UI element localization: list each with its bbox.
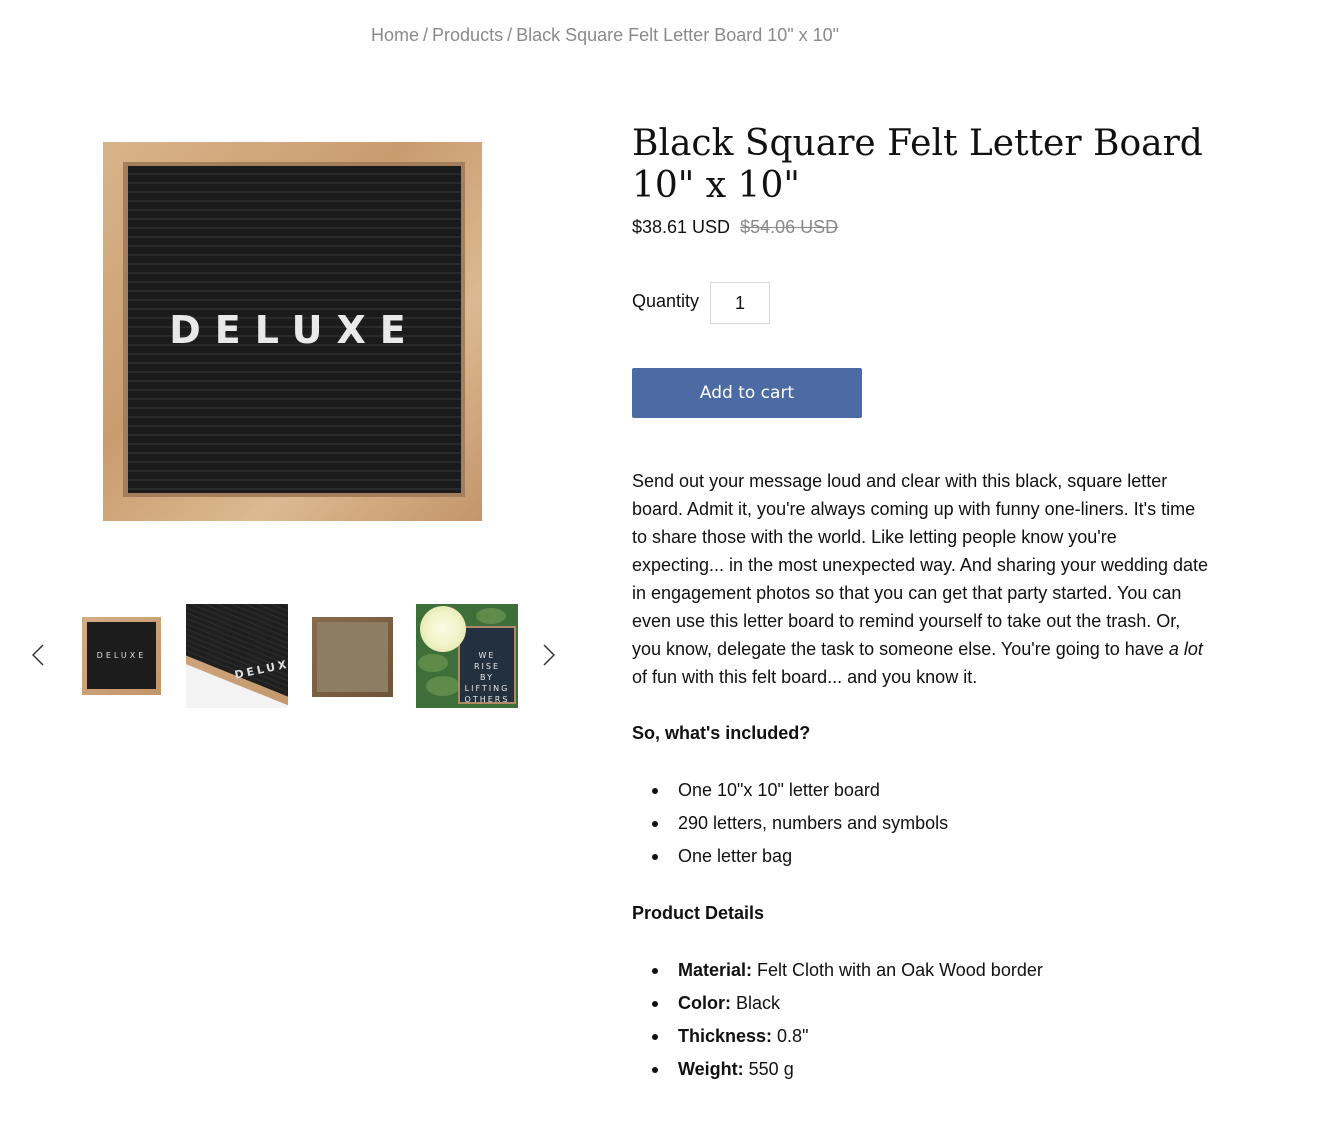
detail-label: Thickness: [678, 1026, 773, 1046]
breadcrumb-separator: / [507, 25, 513, 45]
thumbnail-board: WE RISE BY LIFTING OTHERS [458, 626, 516, 704]
detail-label: Material: [678, 960, 753, 980]
sale-price: $38.61 USD [632, 217, 731, 237]
list-item: Material: Felt Cloth with an Oak Wood bo… [652, 959, 1043, 992]
detail-label: Weight: [678, 1059, 744, 1079]
quantity-input[interactable] [710, 282, 770, 324]
detail-value: Felt Cloth with an Oak Wood border [752, 960, 1043, 980]
gallery-prev-button[interactable] [28, 640, 48, 670]
product-description: Send out your message loud and clear wit… [632, 467, 1212, 691]
gallery-thumbnail-3[interactable] [312, 617, 393, 697]
detail-value: Black [731, 993, 781, 1013]
thumbnail-board [186, 604, 288, 708]
description-emphasis: a lot [1168, 639, 1203, 659]
detail-value: 550 g [743, 1059, 794, 1079]
breadcrumb: Home / Products / Black Square Felt Letter B… [371, 25, 839, 46]
list-item: One letter bag [651, 845, 948, 878]
thumbnail-text: DELUXE [96, 651, 147, 660]
gallery-thumbnail-1[interactable]: DELUXE [82, 617, 161, 695]
product-title: Black Square Felt Letter Board 10" x 10" [632, 123, 1203, 206]
gallery-thumbnail-2[interactable]: DELUXE [186, 604, 288, 708]
thumbnail-board-back [317, 622, 388, 692]
detail-label: Color: [678, 993, 731, 1013]
details-heading: Product Details [632, 903, 765, 923]
description-text-end: of fun with this felt board... and you k… [632, 667, 978, 687]
add-to-cart-button[interactable]: Add to cart [632, 368, 862, 418]
chevron-left-icon [32, 644, 44, 666]
thumbnail-leaf [418, 654, 448, 672]
breadcrumb-products-link[interactable]: Products [432, 25, 503, 45]
product-main-image[interactable]: DELUXE [103, 142, 482, 521]
list-item: One 10"x 10" letter board [651, 779, 948, 812]
quantity-label: Quantity [632, 291, 700, 311]
thumbnail-leaf [476, 608, 506, 624]
gallery-next-button[interactable] [539, 640, 559, 670]
list-item: Color: Black [652, 992, 1043, 1025]
breadcrumb-separator: / [423, 25, 429, 45]
breadcrumb-home-link[interactable]: Home [371, 25, 419, 45]
breadcrumb-current: Black Square Felt Letter Board 10" x 10" [516, 25, 840, 45]
included-list: One 10"x 10" letter board 290 letters, n… [651, 779, 948, 878]
description-text: Send out your message loud and clear wit… [632, 471, 1209, 659]
gallery-thumbnail-4[interactable]: WE RISE BY LIFTING OTHERS [416, 604, 518, 708]
thumbnail-flower [420, 606, 466, 652]
letter-board-text: DELUXE [169, 308, 420, 352]
letter-board-felt: DELUXE [128, 166, 461, 493]
chevron-right-icon [543, 644, 555, 666]
list-item: Thickness: 0.8" [652, 1025, 1043, 1058]
compare-at-price: $54.06 USD [740, 217, 839, 237]
included-heading: So, what's included? [632, 723, 811, 743]
list-item: 290 letters, numbers and symbols [651, 812, 948, 845]
product-price: $38.61 USD $54.06 USD [632, 217, 838, 238]
thumbnail-felt: DELUXE [87, 622, 156, 689]
detail-value: 0.8" [772, 1026, 809, 1046]
details-list: Material: Felt Cloth with an Oak Wood bo… [652, 959, 1043, 1091]
list-item: Weight: 550 g [652, 1058, 1043, 1091]
thumbnail-text: WE RISE BY LIFTING OTHERS [464, 651, 510, 704]
thumbnail-leaf [426, 676, 460, 696]
